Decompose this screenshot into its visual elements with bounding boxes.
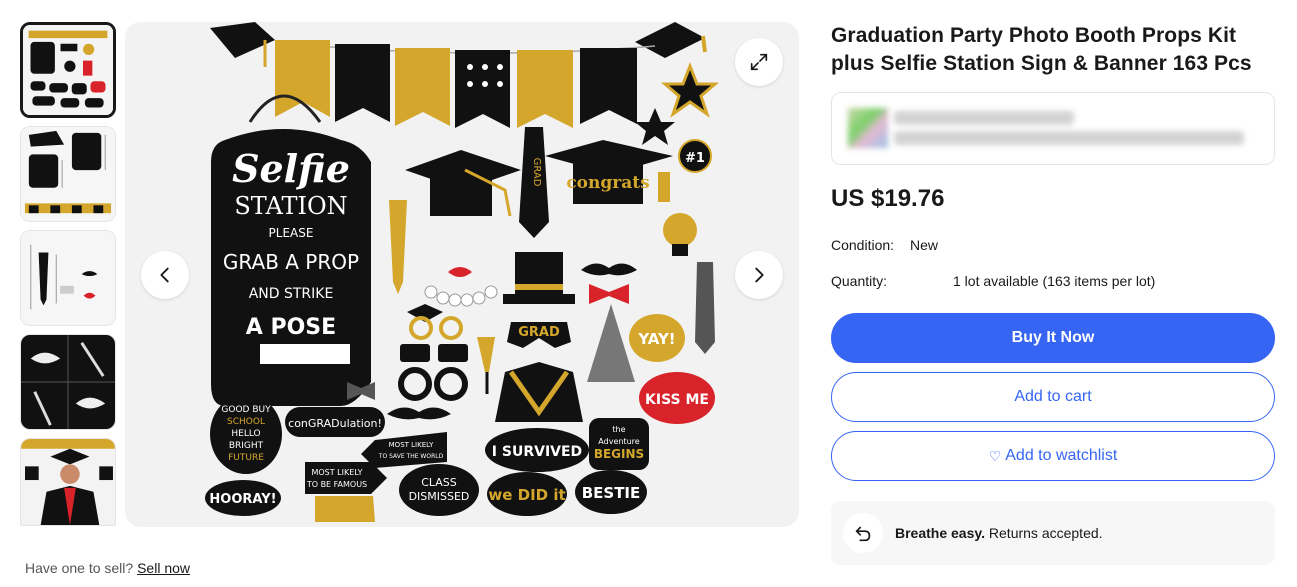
adventure-3: BEGINS bbox=[594, 447, 644, 461]
condition-label: Condition: bbox=[831, 237, 895, 253]
congradulation-text: conGRADulation! bbox=[288, 417, 382, 430]
quantity-row: Quantity: 1 lot available (163 items per… bbox=[831, 273, 1275, 295]
main-product-image[interactable]: Selfie STATION PLEASE GRAB A PROP AND ST… bbox=[125, 22, 799, 527]
thumbnail-1[interactable] bbox=[20, 22, 116, 118]
i-survived-text: I SURVIVED bbox=[492, 444, 582, 460]
number-one-text: #1 bbox=[685, 151, 705, 166]
expand-image-button[interactable] bbox=[735, 38, 783, 86]
yay-text: YAY! bbox=[637, 330, 675, 348]
returns-bold: Breathe easy. bbox=[895, 525, 986, 541]
product-title: Graduation Party Photo Booth Props Kit p… bbox=[831, 24, 1252, 75]
most-likely-famous-1: MOST LIKELY bbox=[311, 468, 362, 477]
good-buy-3: HELLO bbox=[231, 429, 260, 439]
return-arrow-icon bbox=[843, 513, 883, 553]
add-to-cart-button[interactable]: Add to cart bbox=[831, 372, 1275, 422]
seller-info-card[interactable] bbox=[831, 92, 1275, 165]
returns-text: Breathe easy. Returns accepted. bbox=[895, 525, 1103, 541]
buy-it-now-button[interactable]: Buy It Now bbox=[831, 313, 1275, 363]
listing-details: Graduation Party Photo Booth Props Kit p… bbox=[831, 22, 1275, 565]
thumbnail-3-image bbox=[21, 231, 115, 325]
add-to-watchlist-label: Add to watchlist bbox=[1005, 447, 1118, 464]
sign-title: Selfie bbox=[232, 146, 350, 191]
we-did-it-text: we DID it bbox=[488, 486, 565, 504]
sign-pose: A POSE bbox=[246, 315, 336, 340]
thumbnail-4[interactable] bbox=[20, 334, 116, 430]
thumbnail-3[interactable] bbox=[20, 230, 116, 326]
sell-prompt-text: Have one to sell? bbox=[25, 560, 134, 576]
seller-feedback-blurred bbox=[894, 131, 1244, 145]
seller-avatar bbox=[848, 108, 888, 148]
sign-strike: AND STRIKE bbox=[249, 286, 334, 302]
thumbnail-strip bbox=[20, 22, 118, 534]
sign-hash: # bbox=[260, 343, 277, 367]
mask-grad-text: GRAD bbox=[518, 325, 560, 340]
thumbnail-4-image bbox=[21, 335, 115, 429]
heart-icon: ♡ bbox=[988, 447, 1002, 464]
thumbnail-5-image bbox=[21, 439, 115, 525]
good-buy-4: BRIGHT bbox=[229, 441, 264, 451]
class-dismissed-1: CLASS bbox=[421, 476, 457, 489]
quantity-value: 1 lot available (163 items per lot) bbox=[953, 273, 1156, 289]
class-dismissed-2: DISMISSED bbox=[409, 490, 470, 503]
tie-grad-text: GRAD bbox=[531, 158, 542, 187]
sign-station: STATION bbox=[234, 192, 347, 220]
bestie-text: BESTIE bbox=[582, 484, 641, 502]
sell-prompt: Have one to sell? Sell now bbox=[25, 560, 190, 576]
good-buy-5: FUTURE bbox=[228, 453, 264, 463]
sign-please: PLEASE bbox=[269, 226, 314, 240]
returns-rest: Returns accepted. bbox=[985, 525, 1103, 541]
returns-banner: Breathe easy. Returns accepted. bbox=[831, 501, 1275, 565]
congrats-text: congrats bbox=[566, 173, 649, 193]
quantity-label: Quantity: bbox=[831, 273, 888, 289]
good-buy-1: GOOD BUY bbox=[221, 405, 271, 415]
adventure-2: Adventure bbox=[598, 437, 639, 446]
add-to-watchlist-button[interactable]: ♡ Add to watchlist bbox=[831, 431, 1275, 481]
condition-row: Condition: New bbox=[831, 237, 1275, 259]
price: US $19.76 bbox=[831, 185, 945, 212]
previous-image-button[interactable] bbox=[141, 251, 189, 299]
sign-grab: GRAB A PROP bbox=[223, 250, 359, 274]
seller-name-blurred bbox=[894, 111, 1074, 125]
thumbnail-1-image bbox=[23, 25, 113, 115]
condition-value: New bbox=[910, 237, 939, 253]
chevron-left-icon bbox=[160, 267, 169, 283]
chevron-right-icon bbox=[755, 267, 764, 283]
sell-now-link[interactable]: Sell now bbox=[137, 560, 190, 576]
kiss-me-text: KISS ME bbox=[645, 392, 709, 408]
thumbnail-2-image bbox=[21, 127, 115, 221]
next-image-button[interactable] bbox=[735, 251, 783, 299]
most-likely-famous-2: TO BE FAMOUS bbox=[306, 480, 367, 489]
hooray-text: HOORAY! bbox=[209, 492, 276, 507]
good-buy-2: SCHOOL bbox=[227, 417, 265, 427]
expand-icon bbox=[750, 53, 768, 71]
most-likely-world-1: MOST LIKELY bbox=[389, 441, 434, 449]
most-likely-world-2: TO SAVE THE WORLD bbox=[378, 453, 444, 460]
listing-page: Selfie STATION PLEASE GRAB A PROP AND ST… bbox=[0, 0, 1297, 587]
product-image-art: Selfie STATION PLEASE GRAB A PROP AND ST… bbox=[205, 22, 720, 522]
thumbnail-2[interactable] bbox=[20, 126, 116, 222]
thumbnail-5[interactable] bbox=[20, 438, 116, 526]
adventure-1: the bbox=[612, 425, 625, 434]
